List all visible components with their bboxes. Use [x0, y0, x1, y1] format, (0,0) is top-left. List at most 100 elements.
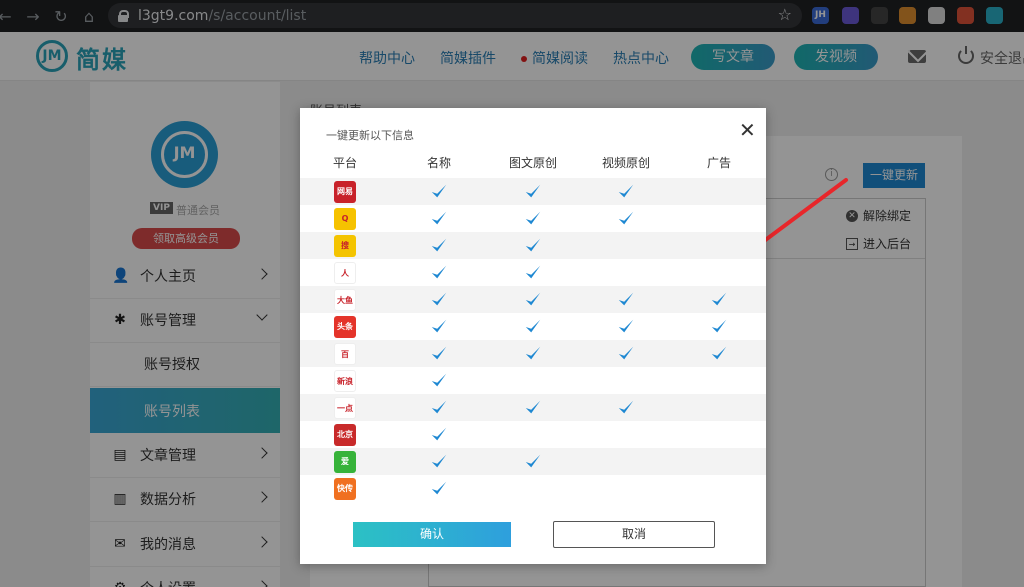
confirm-button[interactable]: 确认	[353, 522, 511, 547]
column-header: 视频原创	[601, 156, 650, 170]
checkmark-icon	[524, 291, 542, 309]
checkmark-icon	[524, 210, 542, 228]
platform-cell: 头条	[298, 313, 392, 340]
checkmark-icon	[430, 372, 448, 390]
check-cell	[486, 178, 580, 205]
checkmark-icon	[617, 210, 635, 228]
checkmark-icon	[430, 264, 448, 282]
checkmark-icon	[524, 183, 542, 201]
check-cell	[486, 421, 580, 448]
check-cell	[579, 232, 673, 259]
cancel-button[interactable]: 取消	[553, 521, 715, 548]
check-cell	[672, 259, 766, 286]
table-row: 新浪看点	[300, 367, 766, 394]
table-row: Q	[300, 205, 766, 232]
check-cell	[392, 178, 486, 205]
check-cell	[486, 448, 580, 475]
platform-iqiyi-icon: 爱	[334, 450, 356, 473]
close-icon[interactable]: ✕	[739, 120, 756, 140]
checkmark-icon	[430, 426, 448, 444]
platform-baijia-icon: 百	[334, 342, 356, 365]
checkmark-icon	[430, 183, 448, 201]
platform-toutiao-icon: 头条	[334, 315, 356, 338]
check-cell	[486, 394, 580, 421]
check-cell	[579, 286, 673, 313]
checkmark-icon	[430, 237, 448, 255]
table-row: 北京时间	[300, 421, 766, 448]
platform-yidian-icon: 一点	[334, 396, 356, 419]
checkmark-icon	[430, 399, 448, 417]
checkmark-icon	[710, 291, 728, 309]
check-cell	[579, 394, 673, 421]
platform-cell: 快传号	[298, 475, 392, 502]
check-cell	[486, 232, 580, 259]
platform-wangyi-icon: 网易	[334, 180, 356, 203]
column-header: 图文原创	[508, 156, 557, 170]
checkmark-icon	[710, 345, 728, 363]
check-cell	[392, 340, 486, 367]
checkmark-icon	[617, 183, 635, 201]
platform-cell: 网易	[298, 178, 392, 205]
check-cell	[392, 475, 486, 502]
platform-dayu-icon: 大鱼号	[334, 288, 356, 311]
column-header: 名称	[426, 156, 451, 170]
checkmark-icon	[524, 345, 542, 363]
table-row: 人	[300, 259, 766, 286]
check-cell	[672, 448, 766, 475]
table-row: 一点	[300, 394, 766, 421]
check-cell	[579, 475, 673, 502]
table-row: 爱	[300, 448, 766, 475]
check-cell	[392, 205, 486, 232]
checkmark-icon	[617, 399, 635, 417]
platform-cell: 大鱼号	[298, 286, 392, 313]
platform-cell: 百	[298, 340, 392, 367]
table-row: 快传号	[300, 475, 766, 502]
table-row: 头条	[300, 313, 766, 340]
platform-cell: 北京时间	[298, 421, 392, 448]
check-cell	[672, 421, 766, 448]
check-cell	[486, 259, 580, 286]
check-cell	[672, 313, 766, 340]
platform-cell: 新浪看点	[298, 367, 392, 394]
platform-cell: Q	[298, 205, 392, 232]
check-cell	[672, 394, 766, 421]
check-cell	[579, 259, 673, 286]
check-cell	[486, 286, 580, 313]
checkmark-icon	[524, 264, 542, 282]
platform-cell: 一点	[298, 394, 392, 421]
check-cell	[486, 367, 580, 394]
checkmark-icon	[430, 480, 448, 498]
checkmark-icon	[524, 453, 542, 471]
checkmark-icon	[617, 291, 635, 309]
checkmark-icon	[617, 345, 635, 363]
platform-beijing-icon: 北京时间	[334, 423, 356, 446]
check-cell	[579, 340, 673, 367]
checkmark-icon	[430, 318, 448, 336]
update-info-modal: 一键更新以下信息 ✕ 平台 名称 图文原创 视频原创 广告 网易 Q搜人大鱼号头条…	[300, 108, 766, 564]
check-cell	[392, 421, 486, 448]
modal-title: 一键更新以下信息	[326, 129, 414, 142]
check-cell	[579, 178, 673, 205]
check-cell	[672, 205, 766, 232]
platform-xinlang-icon: 新浪看点	[334, 369, 356, 392]
table-row: 百	[300, 340, 766, 367]
platform-kuaichuan-icon: 快传号	[334, 477, 356, 500]
column-header: 平台	[332, 156, 357, 170]
checkmark-icon	[524, 318, 542, 336]
check-cell	[672, 178, 766, 205]
checkmark-icon	[430, 345, 448, 363]
check-cell	[392, 259, 486, 286]
checkmark-icon	[430, 453, 448, 471]
table-row: 大鱼号	[300, 286, 766, 313]
check-cell	[486, 313, 580, 340]
platform-cell: 人	[298, 259, 392, 286]
check-cell	[579, 421, 673, 448]
check-cell	[392, 286, 486, 313]
platform-sohu-icon: 搜	[334, 234, 356, 257]
check-cell	[579, 448, 673, 475]
check-cell	[392, 232, 486, 259]
check-cell	[392, 313, 486, 340]
platform-cell: 搜	[298, 232, 392, 259]
table-row: 搜	[300, 232, 766, 259]
check-cell	[579, 313, 673, 340]
